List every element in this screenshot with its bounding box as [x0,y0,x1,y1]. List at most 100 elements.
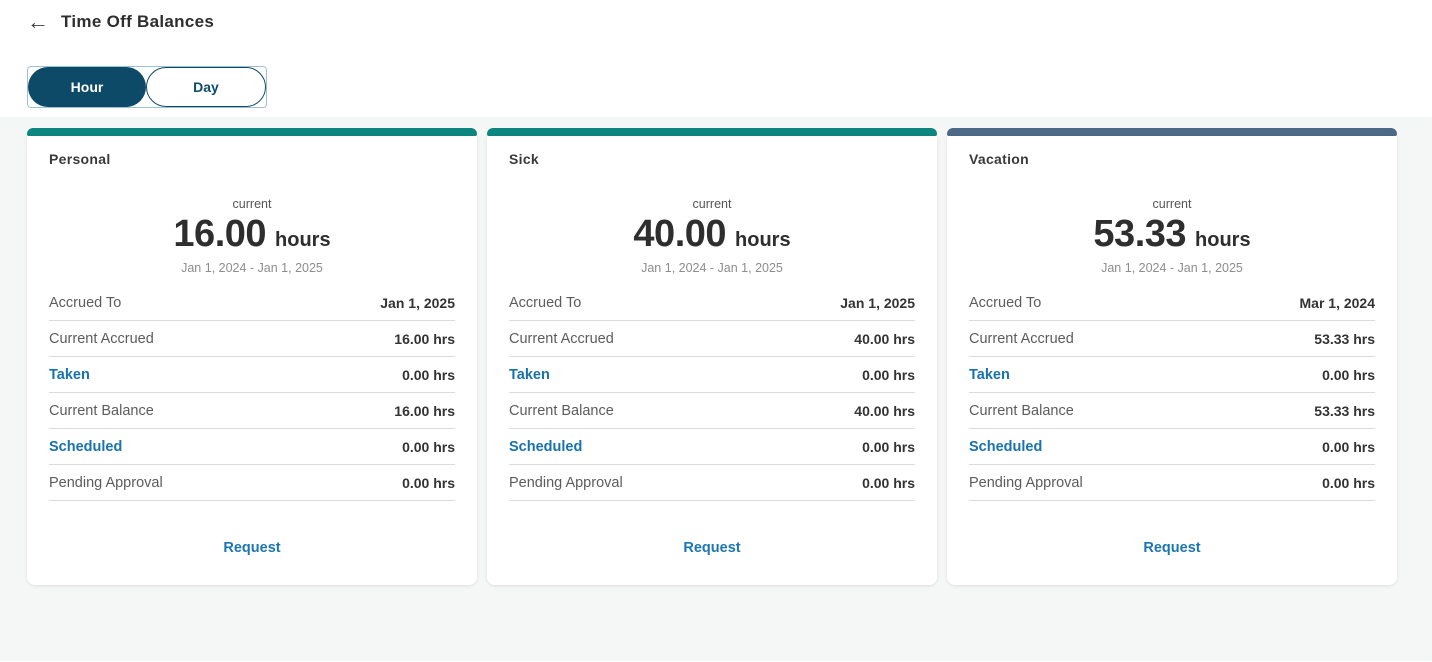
balance-row: Pending Approval 0.00 hrs [509,465,915,501]
current-balance-summary: current 40.00 hours Jan 1, 2024 - Jan 1,… [487,197,937,275]
current-balance-summary: current 16.00 hours Jan 1, 2024 - Jan 1,… [27,197,477,275]
row-label: Pending Approval [509,475,623,491]
card-title: Vacation [969,151,1029,167]
balance-row: Current Balance 40.00 hrs [509,393,915,429]
row-label: Accrued To [49,295,122,311]
balance-row: Current Accrued 16.00 hrs [49,321,455,357]
hour-day-toggle: Hour Day [27,66,267,108]
card-accent-bar [947,128,1397,136]
balance-row: Scheduled 0.00 hrs [969,429,1375,465]
row-value: 0.00 hrs [1322,475,1375,491]
row-label: Accrued To [509,295,582,311]
balance-row: Current Accrued 53.33 hrs [969,321,1375,357]
page-title: Time Off Balances [61,12,215,31]
row-label: Current Balance [49,403,154,419]
balance-rows: Accrued To Jan 1, 2025 Current Accrued 1… [27,275,477,501]
row-label: Current Balance [509,403,614,419]
balance-row: Scheduled 0.00 hrs [509,429,915,465]
row-value: 53.33 hrs [1314,331,1375,347]
balance-row: Accrued To Jan 1, 2025 [509,285,915,321]
amount-row: 16.00 hours [27,213,477,256]
balance-row: Scheduled 0.00 hrs [49,429,455,465]
row-value: 16.00 hrs [394,403,455,419]
card-body: Sick current 40.00 hours Jan 1, 2024 - J… [487,136,937,585]
amount-row: 40.00 hours [487,213,937,256]
row-label-link[interactable]: Taken [969,367,1010,383]
balance-amount: 16.00 [173,213,267,255]
row-label: Current Accrued [969,331,1074,347]
row-value: Jan 1, 2025 [380,295,455,311]
balance-row: Accrued To Mar 1, 2024 [969,285,1375,321]
row-label-link[interactable]: Scheduled [969,439,1042,455]
toggle-option-day[interactable]: Day [146,67,266,107]
row-label: Pending Approval [969,475,1083,491]
balance-row: Taken 0.00 hrs [509,357,915,393]
accrual-date-range: Jan 1, 2024 - Jan 1, 2025 [641,261,783,275]
row-value: 53.33 hrs [1314,403,1375,419]
request-button[interactable]: Request [683,540,740,556]
toggle-option-hour[interactable]: Hour [28,67,146,107]
row-value: 0.00 hrs [402,367,455,383]
row-value: 0.00 hrs [402,475,455,491]
time-off-card-sick: Sick current 40.00 hours Jan 1, 2024 - J… [487,128,937,585]
card-body: Vacation current 53.33 hours Jan 1, 2024… [947,136,1397,585]
accrual-date-range: Jan 1, 2024 - Jan 1, 2025 [181,261,323,275]
row-label-link[interactable]: Taken [49,367,90,383]
current-label: current [692,197,732,211]
back-arrow-icon[interactable]: ← [27,11,49,33]
row-value: Mar 1, 2024 [1299,295,1376,311]
balance-row: Current Balance 16.00 hrs [49,393,455,429]
time-off-card-personal: Personal current 16.00 hours Jan 1, 2024… [27,128,477,585]
top-band: ← Time Off Balances Hour Day [0,0,1432,117]
row-value: Jan 1, 2025 [840,295,915,311]
card-body: Personal current 16.00 hours Jan 1, 2024… [27,136,477,585]
balance-row: Taken 0.00 hrs [49,357,455,393]
row-label-link[interactable]: Scheduled [509,439,582,455]
content-area: Personal current 16.00 hours Jan 1, 2024… [0,117,1432,661]
accrual-date-range: Jan 1, 2024 - Jan 1, 2025 [1101,261,1243,275]
balance-unit: hours [1195,229,1251,251]
row-value: 40.00 hrs [854,403,915,419]
balance-row: Accrued To Jan 1, 2025 [49,285,455,321]
page-header: ← Time Off Balances [27,11,1405,33]
balance-cards: Personal current 16.00 hours Jan 1, 2024… [27,128,1397,585]
current-label: current [1152,197,1192,211]
row-label: Pending Approval [49,475,163,491]
current-balance-summary: current 53.33 hours Jan 1, 2024 - Jan 1,… [947,197,1397,275]
row-value: 40.00 hrs [854,331,915,347]
balance-row: Current Balance 53.33 hrs [969,393,1375,429]
amount-row: 53.33 hours [947,213,1397,256]
request-wrap: Request [27,539,477,557]
card-accent-bar [27,128,477,136]
time-off-card-vacation: Vacation current 53.33 hours Jan 1, 2024… [947,128,1397,585]
balance-rows: Accrued To Jan 1, 2025 Current Accrued 4… [487,275,937,501]
row-value: 0.00 hrs [1322,439,1375,455]
request-button[interactable]: Request [1143,540,1200,556]
row-value: 0.00 hrs [402,439,455,455]
card-title: Sick [509,151,539,167]
row-value: 16.00 hrs [394,331,455,347]
balance-amount: 40.00 [633,213,727,255]
row-value: 0.00 hrs [862,439,915,455]
row-label: Current Balance [969,403,1074,419]
row-label-link[interactable]: Taken [509,367,550,383]
balance-amount: 53.33 [1093,213,1187,255]
card-accent-bar [487,128,937,136]
row-label-link[interactable]: Scheduled [49,439,122,455]
card-title: Personal [49,151,111,167]
balance-row: Pending Approval 0.00 hrs [49,465,455,501]
request-button[interactable]: Request [223,540,280,556]
balance-row: Taken 0.00 hrs [969,357,1375,393]
request-wrap: Request [487,539,937,557]
row-label: Current Accrued [509,331,614,347]
row-label: Accrued To [969,295,1042,311]
balance-row: Pending Approval 0.00 hrs [969,465,1375,501]
row-value: 0.00 hrs [862,475,915,491]
row-value: 0.00 hrs [1322,367,1375,383]
current-label: current [232,197,272,211]
balance-row: Current Accrued 40.00 hrs [509,321,915,357]
request-wrap: Request [947,539,1397,557]
balance-unit: hours [275,229,331,251]
row-value: 0.00 hrs [862,367,915,383]
balance-unit: hours [735,229,791,251]
